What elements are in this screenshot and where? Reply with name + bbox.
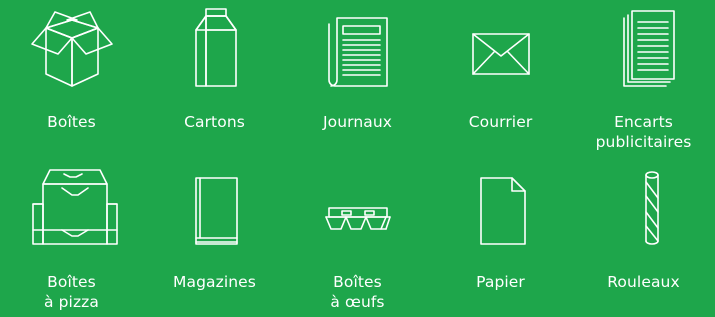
item-label: Magazines xyxy=(173,273,256,291)
item-boites-pizza: Boîtes à pizza xyxy=(0,168,143,312)
open-box-icon xyxy=(30,11,113,87)
paper-roll-icon xyxy=(644,171,659,245)
newspaper-icon xyxy=(327,17,388,87)
item-encarts: Encarts publicitaires xyxy=(572,8,715,152)
milk-carton-icon xyxy=(194,8,237,87)
item-papier: Papier xyxy=(429,168,572,292)
item-boites: Boîtes xyxy=(0,8,143,132)
magazine-icon xyxy=(194,177,238,245)
pizza-box-icon xyxy=(31,169,118,245)
item-rouleaux: Rouleaux xyxy=(572,168,715,292)
item-courrier: Courrier xyxy=(429,8,572,132)
item-label: Papier xyxy=(476,273,525,291)
envelope-icon xyxy=(471,33,530,75)
egg-carton-icon xyxy=(324,207,391,230)
item-cartons: Cartons xyxy=(143,6,286,132)
item-boites-oeufs: Boîtes à œufs xyxy=(286,168,429,312)
item-label: Courrier xyxy=(468,113,533,131)
item-label: Encarts publicitaires xyxy=(595,113,692,151)
item-label: Journaux xyxy=(322,113,393,131)
item-label: Boîtes xyxy=(47,113,96,131)
paper-sheet-icon xyxy=(479,177,526,245)
item-label: Rouleaux xyxy=(607,273,680,291)
item-label: Cartons xyxy=(184,113,245,131)
item-magazines: Magazines xyxy=(143,168,286,292)
item-journaux: Journaux xyxy=(286,8,429,132)
item-label: Boîtes à œufs xyxy=(330,273,385,311)
item-label: Boîtes à pizza xyxy=(43,273,100,311)
flyers-stack-icon xyxy=(622,10,675,87)
